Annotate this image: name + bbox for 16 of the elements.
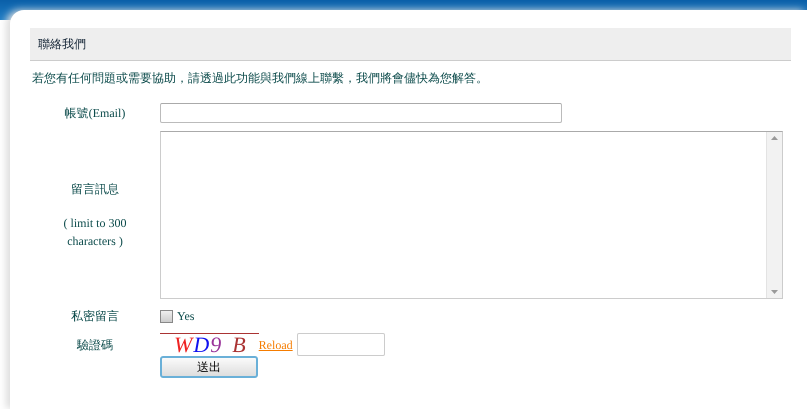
scroll-down-icon[interactable] <box>771 290 778 294</box>
email-field[interactable] <box>160 103 562 123</box>
hint-text: ( limit to 300 characters ) <box>62 215 128 250</box>
message-field[interactable] <box>160 131 783 299</box>
field-label: 驗證碼 <box>76 336 114 354</box>
field-label: 留言訊息 <box>70 181 120 198</box>
panel-title: 聯絡我們 <box>30 28 791 61</box>
intro-text: 若您有任何問題或需要協助，請透過此功能與我們線上聯繫，我們將會儘快為您解答。 <box>31 70 489 87</box>
field-label: 私密留言 <box>70 308 120 325</box>
submit-button[interactable]: 送出 <box>160 356 258 378</box>
checkbox[interactable] <box>160 310 173 322</box>
checkbox-label: Yes <box>177 308 194 325</box>
scroll-up-icon[interactable] <box>771 136 778 140</box>
scrollbar[interactable] <box>766 132 782 298</box>
captcha-field[interactable] <box>296 333 385 356</box>
field-label: 帳號(Email) <box>64 105 126 122</box>
